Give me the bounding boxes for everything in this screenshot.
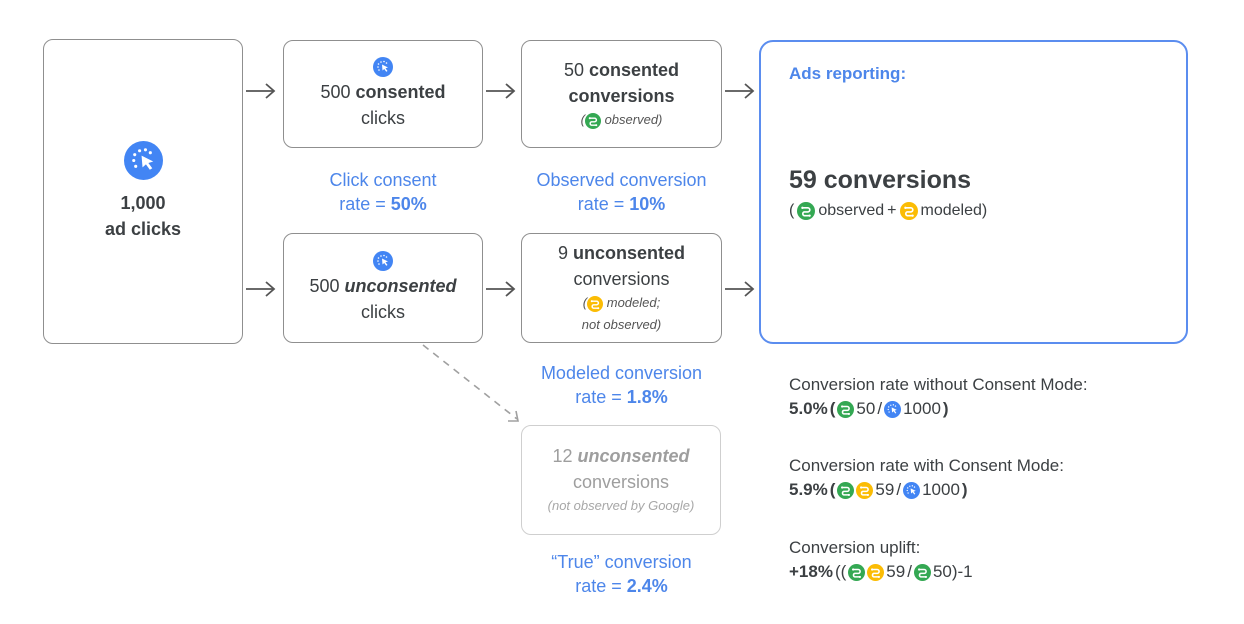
modeled-rate-line1: Modeled conversion [540, 363, 703, 383]
true-conversions-label: conversions [572, 472, 670, 492]
ads-reporting-headline: 59 conversions [789, 166, 972, 194]
breakdown-plus: + [887, 202, 897, 219]
click-consent-rate-prefix: rate = [339, 194, 391, 214]
consented-conversions-bold2: conversions [568, 86, 675, 106]
unconsented-conversions-note1: modeled; [606, 295, 661, 310]
observed-rate-value: 10% [629, 194, 666, 214]
click-consent-rate: Click consent rate = 50% [283, 168, 483, 216]
ads-reporting-breakdown: ( observed + modeled) [789, 202, 987, 220]
arrow-icon [486, 279, 516, 299]
unconsented-conversions-label: conversions [573, 269, 670, 289]
modeled-conversion-rate: Modeled conversion rate = 1.8% [511, 361, 732, 409]
metric-numerator: 59 [875, 480, 895, 499]
breakdown-open: ( [789, 202, 795, 219]
unconsented-clicks-box: 500 unconsented clicks [283, 233, 483, 343]
observed-conversion-rate: Observed conversion rate = 10% [521, 168, 722, 216]
unconsented-conversions-bold: unconsented [573, 243, 686, 263]
observed-conversion-icon [837, 401, 854, 418]
metric-value: 5.0% [789, 399, 828, 418]
arrow-icon [725, 279, 755, 299]
click-consent-rate-line1: Click consent [329, 170, 437, 190]
unconsented-conversions-note2: not observed) [581, 317, 662, 332]
true-rate-value: 2.4% [626, 576, 668, 596]
metric-with-consent-mode: Conversion rate with Consent Mode: 5.9% … [789, 454, 1064, 502]
observed-conversion-icon [914, 564, 931, 581]
consented-clicks-label: clicks [361, 108, 405, 128]
metric-close: ) [942, 399, 949, 418]
unconsented-conversions-box: 9 unconsented conversions ( modeled; not… [521, 233, 722, 343]
true-conversions-box: 12 unconsented conversions (not observed… [521, 425, 721, 535]
metric-label: Conversion uplift: [789, 538, 921, 557]
metric-denominator: 50)-1 [932, 562, 973, 581]
modeled-rate-prefix: rate = [575, 387, 627, 407]
unconsented-clicks-bold: unconsented [344, 276, 457, 296]
click-cursor-icon [884, 401, 901, 418]
ads-reporting-box: Ads reporting: 59 conversions ( observed… [759, 40, 1188, 344]
dashed-arrow-icon [422, 344, 519, 422]
observed-conversion-icon [585, 113, 601, 129]
click-cursor-icon [124, 141, 163, 180]
arrow-icon [246, 279, 276, 299]
metric-separator: / [896, 480, 902, 499]
ad-clicks-label: ad clicks [104, 219, 182, 239]
ad-clicks-count: 1,000 [120, 193, 166, 213]
modeled-conversion-icon [867, 564, 884, 581]
metric-open: ( [829, 399, 836, 418]
unconsented-conversions-count: 9 [557, 243, 568, 263]
click-cursor-icon [373, 251, 393, 271]
ad-clicks-box: 1,000 ad clicks [43, 39, 243, 344]
metric-denominator: 1000 [903, 399, 941, 418]
modeled-conversion-icon [856, 482, 873, 499]
breakdown-modeled: modeled) [920, 202, 988, 219]
click-cursor-icon [903, 482, 920, 499]
arrow-icon [725, 81, 755, 101]
consented-clicks-count: 500 [320, 82, 351, 102]
modeled-conversion-icon [587, 296, 603, 312]
metric-close: ) [961, 480, 968, 499]
true-conversions-bold: unconsented [577, 446, 690, 466]
consented-conversions-bold1: consented [589, 60, 680, 80]
arrow-icon [246, 81, 276, 101]
click-cursor-icon [373, 57, 393, 77]
observed-conversion-icon [837, 482, 854, 499]
modeled-conversion-icon [900, 202, 918, 220]
metric-separator: / [877, 399, 883, 418]
metric-label: Conversion rate without Consent Mode: [789, 375, 1088, 394]
metric-value: 5.9% [789, 480, 828, 499]
observed-rate-line1: Observed conversion [536, 170, 707, 190]
true-conversion-rate: “True” conversion rate = 2.4% [511, 550, 732, 598]
metric-value: +18% [789, 562, 833, 581]
metric-open: ( [829, 480, 836, 499]
observed-conversion-icon [848, 564, 865, 581]
modeled-rate-value: 1.8% [626, 387, 668, 407]
arrow-icon [486, 81, 516, 101]
observed-rate-prefix: rate = [577, 194, 630, 214]
true-rate-line1: “True” conversion [551, 552, 692, 572]
consented-conversions-note: observed) [604, 112, 663, 127]
true-conversions-count: 12 [552, 446, 573, 466]
consented-clicks-box: 500 consented clicks [283, 40, 483, 148]
metric-conversion-uplift: Conversion uplift: +18% (( 59 / 50)-1 [789, 536, 973, 584]
ads-reporting-title: Ads reporting: [789, 64, 907, 83]
metric-without-consent-mode: Conversion rate without Consent Mode: 5.… [789, 373, 1088, 421]
metric-denominator: 1000 [922, 480, 960, 499]
consented-conversions-count: 50 [563, 60, 584, 80]
consented-clicks-bold: consented [355, 82, 446, 102]
breakdown-observed: observed [818, 202, 885, 219]
metric-numerator: 50 [856, 399, 876, 418]
unconsented-clicks-count: 500 [309, 276, 340, 296]
consented-conversions-box: 50 consented conversions ( observed) [521, 40, 722, 148]
metric-label: Conversion rate with Consent Mode: [789, 456, 1064, 475]
metric-numerator: 59 [886, 562, 906, 581]
metric-separator: / [907, 562, 912, 581]
observed-conversion-icon [797, 202, 815, 220]
unconsented-clicks-label: clicks [361, 302, 405, 322]
click-consent-rate-value: 50% [390, 194, 427, 214]
true-rate-prefix: rate = [575, 576, 627, 596]
true-conversions-note: (not observed by Google) [547, 498, 695, 513]
metric-open: (( [834, 562, 847, 581]
